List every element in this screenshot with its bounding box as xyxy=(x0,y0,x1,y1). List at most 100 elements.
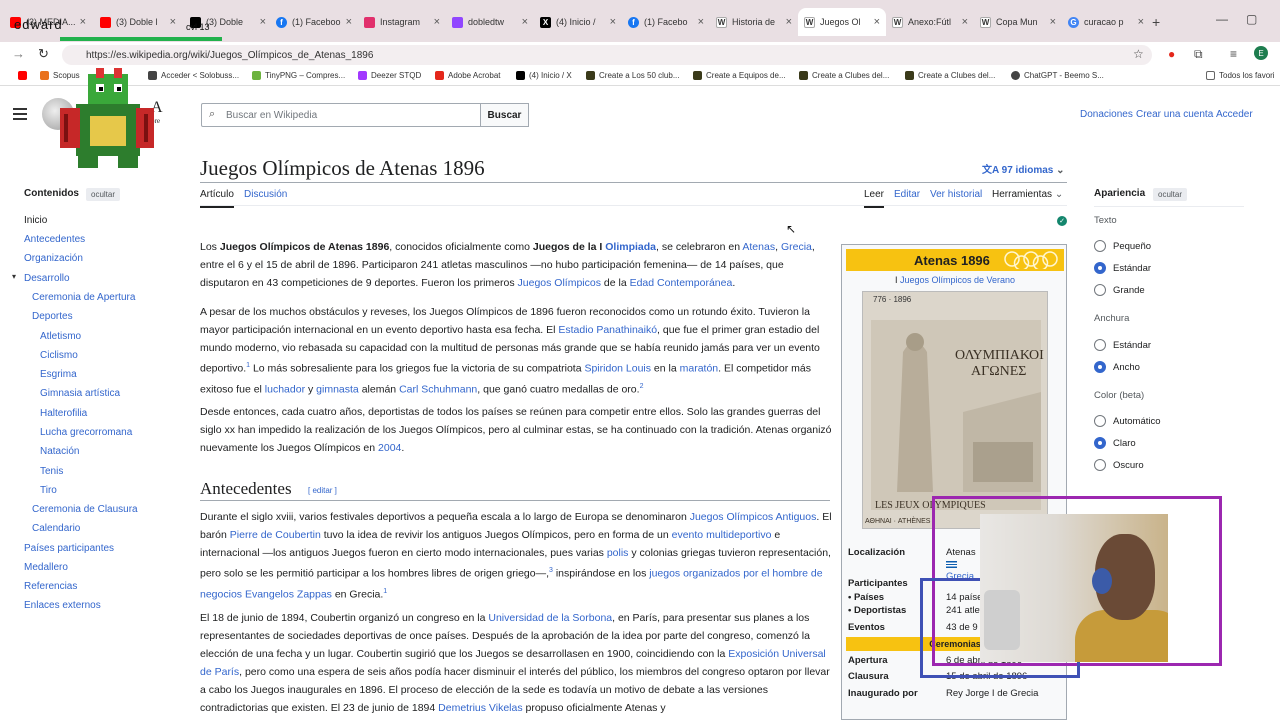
close-icon[interactable]: × xyxy=(874,16,880,28)
toc-item[interactable]: Atletismo xyxy=(40,331,81,342)
bookmark-item[interactable]: (4) Inicio / X xyxy=(516,71,572,80)
official-poster-image[interactable]: 776 · 1896 ΟΛΥΜΠΙΑΚΟΙ ΑΓΩΝΕΣ LES JEUX OL… xyxy=(862,291,1048,529)
link[interactable]: evento multideportivo xyxy=(672,529,772,541)
browser-tab-active[interactable]: W Juegos Ol × xyxy=(798,8,886,36)
tab-discussion[interactable]: Discusión xyxy=(244,189,287,200)
link[interactable]: polis xyxy=(607,547,629,559)
tools-menu[interactable]: Herramientas ⌄ xyxy=(992,189,1063,200)
browser-tab[interactable]: W Historia de × xyxy=(710,8,798,36)
link[interactable]: Demetrius Vikelas xyxy=(438,702,522,714)
link[interactable]: Universidad de la Sorbona xyxy=(488,612,612,624)
link[interactable]: Pierre de Coubertin xyxy=(230,529,321,541)
forward-icon[interactable]: → xyxy=(12,46,25,61)
link[interactable]: gimnasta xyxy=(316,383,359,395)
toc-item[interactable]: Organización xyxy=(24,253,83,264)
toc-item[interactable]: Tenis xyxy=(40,466,63,477)
languages-button[interactable]: 文A 97 idiomas ⌄ xyxy=(982,161,1065,176)
bookmark-item[interactable]: Create a Clubes del... xyxy=(799,71,889,80)
browser-tab[interactable]: X (4) Inicio / × xyxy=(534,8,622,36)
donate-link[interactable]: Donaciones xyxy=(1080,109,1133,120)
link[interactable]: Juegos Olímpicos de Verano xyxy=(900,275,1015,285)
toc-item[interactable]: Antecedentes xyxy=(24,234,85,245)
browser-tab[interactable]: (3) Doble l × xyxy=(94,8,182,36)
toc-item[interactable]: Medallero xyxy=(24,562,68,573)
link[interactable]: maratón xyxy=(680,363,719,375)
bookmark-folder[interactable]: Todos los favori xyxy=(1206,71,1275,80)
browser-tab[interactable]: dobledtw × xyxy=(446,8,534,36)
bookmark-item[interactable]: Create a Los 50 club... xyxy=(586,71,680,80)
search-button[interactable]: Buscar xyxy=(480,103,529,127)
browser-tab[interactable]: Gcuracao p × xyxy=(1062,8,1150,36)
extensions-icon[interactable]: ⧉ xyxy=(1194,47,1203,62)
radio-color-auto[interactable]: Automático xyxy=(1094,415,1161,427)
toc-item[interactable]: Calendario xyxy=(32,523,80,534)
toc-item[interactable]: Lucha grecorromana xyxy=(40,427,132,438)
close-icon[interactable]: × xyxy=(260,16,266,28)
reference[interactable]: 2 xyxy=(640,383,644,390)
close-icon[interactable]: × xyxy=(346,16,352,28)
toc-item[interactable]: Natación xyxy=(40,446,79,457)
browser-tab[interactable]: f (1) Facebo × xyxy=(622,8,710,36)
toc-item[interactable]: Inicio xyxy=(24,215,47,226)
toc-item[interactable]: Países participantes xyxy=(24,543,114,554)
close-icon[interactable]: × xyxy=(698,16,704,28)
main-menu-icon[interactable] xyxy=(13,108,27,120)
link[interactable]: Spiridon Louis xyxy=(584,363,651,375)
url-field[interactable]: https://es.wikipedia.org/wiki/Juegos_Olí… xyxy=(62,45,1152,65)
radio-text-large[interactable]: Grande xyxy=(1094,284,1145,296)
toc-item[interactable]: Ceremonia de Apertura xyxy=(32,292,135,303)
close-icon[interactable]: × xyxy=(962,16,968,28)
toc-item[interactable]: Gimnasia artística xyxy=(40,388,120,399)
close-icon[interactable]: × xyxy=(1050,16,1056,28)
chevron-down-icon[interactable]: ▾ xyxy=(12,272,16,281)
toc-hide-button[interactable]: ocultar xyxy=(86,188,121,201)
bookmark-item[interactable]: Create a Clubes del... xyxy=(905,71,995,80)
radio-width-wide[interactable]: Ancho xyxy=(1094,361,1140,373)
link[interactable]: Grecia xyxy=(781,241,812,253)
profile-avatar[interactable]: E xyxy=(1254,46,1268,60)
close-icon[interactable]: × xyxy=(1138,16,1144,28)
link[interactable]: 2004 xyxy=(378,442,401,454)
minimize-icon[interactable]: — xyxy=(1216,12,1228,26)
bookmark-item[interactable]: Create a Equipos de... xyxy=(693,71,786,80)
link[interactable]: Estadio Panathinaikó xyxy=(558,324,657,336)
toc-item[interactable]: Halterofilia xyxy=(40,408,87,419)
reload-icon[interactable]: ↻ xyxy=(38,46,49,62)
browser-tab[interactable]: Instagram × xyxy=(358,8,446,36)
maximize-icon[interactable]: ▢ xyxy=(1246,12,1257,26)
bookmark-item[interactable]: Deezer STQD xyxy=(358,71,421,80)
toc-item[interactable]: Esgrima xyxy=(40,369,77,380)
bookmark-item[interactable]: ChatGPT - Beemo S... xyxy=(1011,71,1104,80)
bookmark-star-icon[interactable]: ☆ xyxy=(1133,47,1144,61)
section-edit-link[interactable]: [ editar ] xyxy=(308,486,337,495)
toc-item[interactable]: Desarrollo xyxy=(24,273,70,284)
menu-lines-icon[interactable]: ≡ xyxy=(1230,47,1237,61)
link[interactable]: Juegos Olímpicos Antiguos xyxy=(690,511,817,523)
browser-tab[interactable]: f (1) Faceboo × xyxy=(270,8,358,36)
bookmark-item[interactable]: TinyPNG – Compres... xyxy=(252,71,345,80)
radio-text-standard[interactable]: Estándar xyxy=(1094,262,1151,274)
create-account-link[interactable]: Crear una cuenta xyxy=(1136,109,1213,120)
opera-icon[interactable]: ● xyxy=(1168,47,1175,61)
tab-edit[interactable]: Editar xyxy=(894,189,920,200)
radio-color-dark[interactable]: Oscuro xyxy=(1094,459,1144,471)
toc-item[interactable]: Tiro xyxy=(40,485,57,496)
browser-tab[interactable]: W Copa Mun × xyxy=(974,8,1062,36)
close-icon[interactable]: × xyxy=(522,16,528,28)
close-icon[interactable]: × xyxy=(170,16,176,28)
link[interactable]: luchador xyxy=(265,383,305,395)
reference[interactable]: 1 xyxy=(383,588,387,595)
toc-item[interactable]: Ciclismo xyxy=(40,350,78,361)
login-link[interactable]: Acceder xyxy=(1216,109,1253,120)
link[interactable]: Edad Contemporánea xyxy=(630,277,733,289)
appearance-hide-button[interactable]: ocultar xyxy=(1153,188,1188,201)
radio-text-small[interactable]: Pequeño xyxy=(1094,240,1151,252)
new-tab-icon[interactable]: + xyxy=(1152,14,1160,30)
toc-item[interactable]: Deportes xyxy=(32,311,73,322)
link[interactable]: Atenas xyxy=(742,241,775,253)
browser-tab[interactable]: W Anexo:Fútl × xyxy=(886,8,974,36)
link[interactable]: Olimpiada xyxy=(605,241,656,253)
toc-item[interactable]: Ceremonia de Clausura xyxy=(32,504,138,515)
close-icon[interactable]: × xyxy=(786,16,792,28)
radio-color-light[interactable]: Claro xyxy=(1094,437,1136,449)
